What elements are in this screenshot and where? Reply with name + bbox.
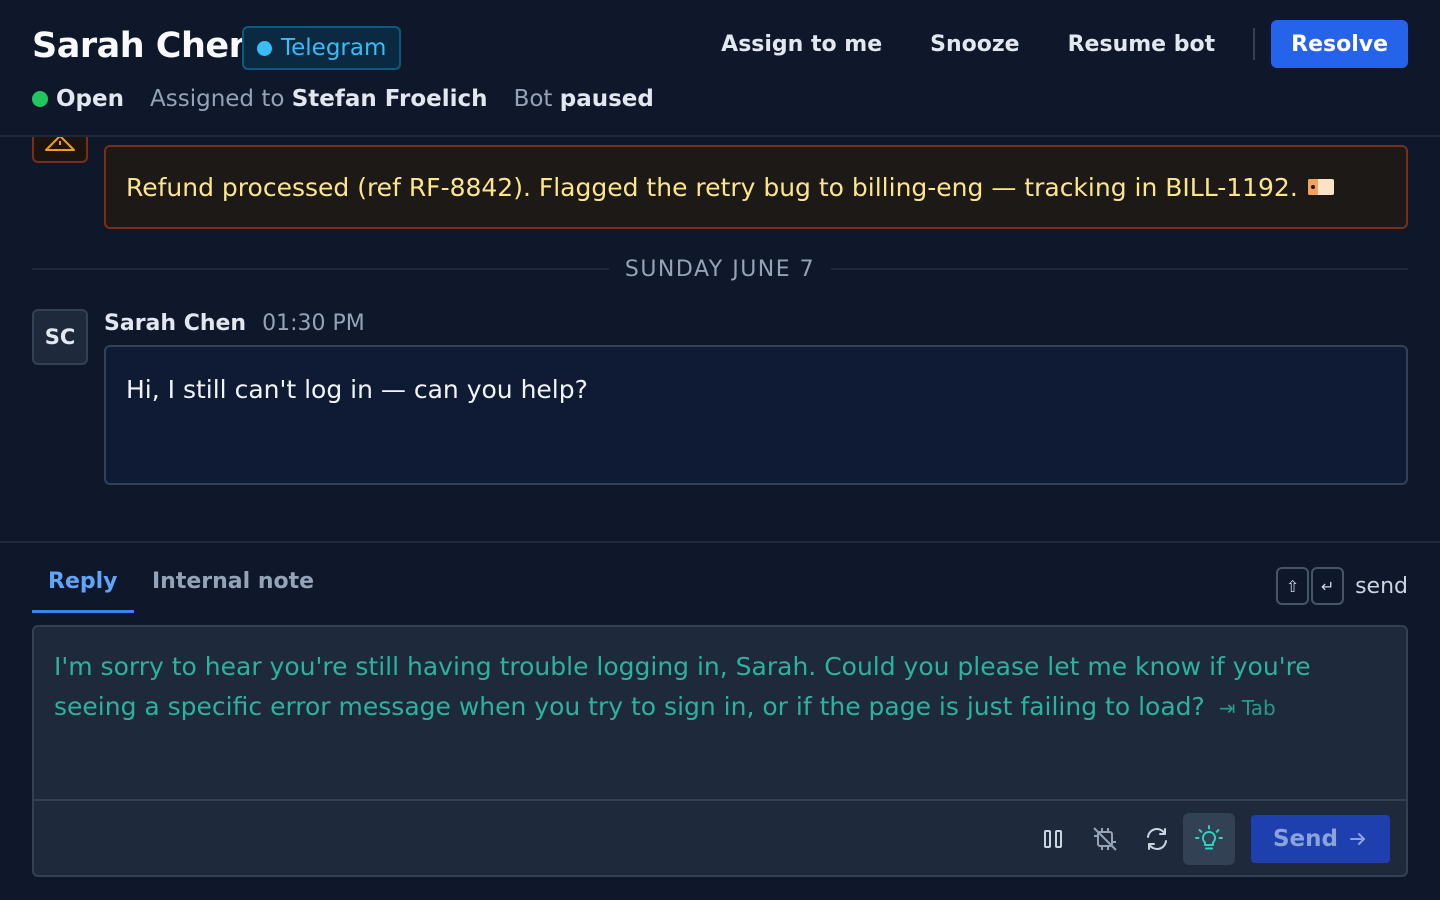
- note-avatar: [32, 137, 88, 163]
- pause-button[interactable]: [1027, 813, 1079, 865]
- assignee-name: Stefan Froelich: [291, 86, 488, 112]
- reply-textarea[interactable]: I'm sorry to hear you're still having tr…: [34, 627, 1406, 799]
- enter-key: ↵: [1311, 567, 1345, 605]
- regenerate-button[interactable]: [1131, 813, 1183, 865]
- conversation-thread[interactable]: Refund processed (ref RF-8842). Flagged …: [0, 137, 1440, 541]
- message-bubble: Hi, I still can't log in — can you help?: [104, 345, 1408, 485]
- avatar: SC: [32, 309, 88, 365]
- pause-icon: [1044, 830, 1062, 848]
- message-text: Hi, I still can't log in — can you help?: [126, 375, 588, 404]
- status-label: Open: [56, 86, 124, 112]
- tag-icon: [1307, 179, 1334, 195]
- internal-note-text: Refund processed (ref RF-8842). Flagged …: [126, 172, 1298, 202]
- ai-off-icon: [1093, 827, 1117, 851]
- send-label: Send: [1272, 826, 1338, 852]
- editor-toolbar: Send: [34, 799, 1406, 875]
- contact-name: Sarah Chen: [32, 26, 254, 66]
- resume-bot-button[interactable]: Resume bot: [1044, 20, 1240, 68]
- reply-editor[interactable]: I'm sorry to hear you're still having tr…: [32, 625, 1408, 877]
- assigned-prefix: Assigned to: [150, 86, 285, 112]
- bot-prefix: Bot: [513, 86, 553, 112]
- resolve-button[interactable]: Resolve: [1271, 20, 1408, 68]
- arrow-right-icon: [1350, 833, 1365, 845]
- tab-reply[interactable]: Reply: [32, 565, 134, 613]
- disable-ai-button[interactable]: [1079, 813, 1131, 865]
- message-time: 01:30 PM: [262, 311, 365, 336]
- status-row: Open Assigned to Stefan Froelich Bot pau…: [32, 86, 654, 112]
- internal-note-bubble: Refund processed (ref RF-8842). Flagged …: [104, 145, 1408, 229]
- message-author: Sarah Chen: [104, 311, 247, 336]
- tab-internal-note[interactable]: Internal note: [152, 565, 314, 613]
- refresh-icon: [1147, 828, 1167, 850]
- conversation-header: Sarah Chen Telegram Assign to me Snooze …: [0, 0, 1440, 137]
- shortcut-label: send: [1355, 573, 1408, 599]
- bot-state: paused: [559, 86, 654, 112]
- ai-suggestion-text: I'm sorry to hear you're still having tr…: [54, 652, 1311, 721]
- date-divider: SUNDAY JUNE 7: [32, 253, 1409, 285]
- snooze-button[interactable]: Snooze: [906, 20, 1043, 68]
- shift-key: ⇧: [1276, 567, 1310, 605]
- send-button[interactable]: Send: [1251, 815, 1390, 863]
- divider-line: [831, 268, 1409, 270]
- date-label: SUNDAY JUNE 7: [624, 256, 816, 282]
- send-shortcut-hint: ⇧ ↵ send: [1276, 567, 1408, 605]
- accept-suggestion-hint: ⇥ Tab: [1218, 696, 1276, 720]
- header-divider: [1253, 28, 1256, 60]
- channel-dot-icon: [257, 40, 272, 56]
- status-dot-icon: [32, 91, 48, 107]
- warning-icon: [45, 137, 75, 151]
- reply-composer: Reply Internal note ⇧ ↵ send I'm sorry t…: [0, 541, 1440, 900]
- channel-badge: Telegram: [242, 26, 402, 70]
- channel-label: Telegram: [281, 35, 387, 61]
- lightbulb-icon: [1195, 825, 1223, 850]
- divider-line: [32, 268, 609, 270]
- message-meta: Sarah Chen 01:30 PM: [104, 311, 365, 336]
- ai-suggest-button[interactable]: [1183, 813, 1235, 865]
- assign-to-me-button[interactable]: Assign to me: [697, 20, 906, 68]
- header-actions: Assign to me Snooze Resume bot Resolve: [697, 20, 1408, 68]
